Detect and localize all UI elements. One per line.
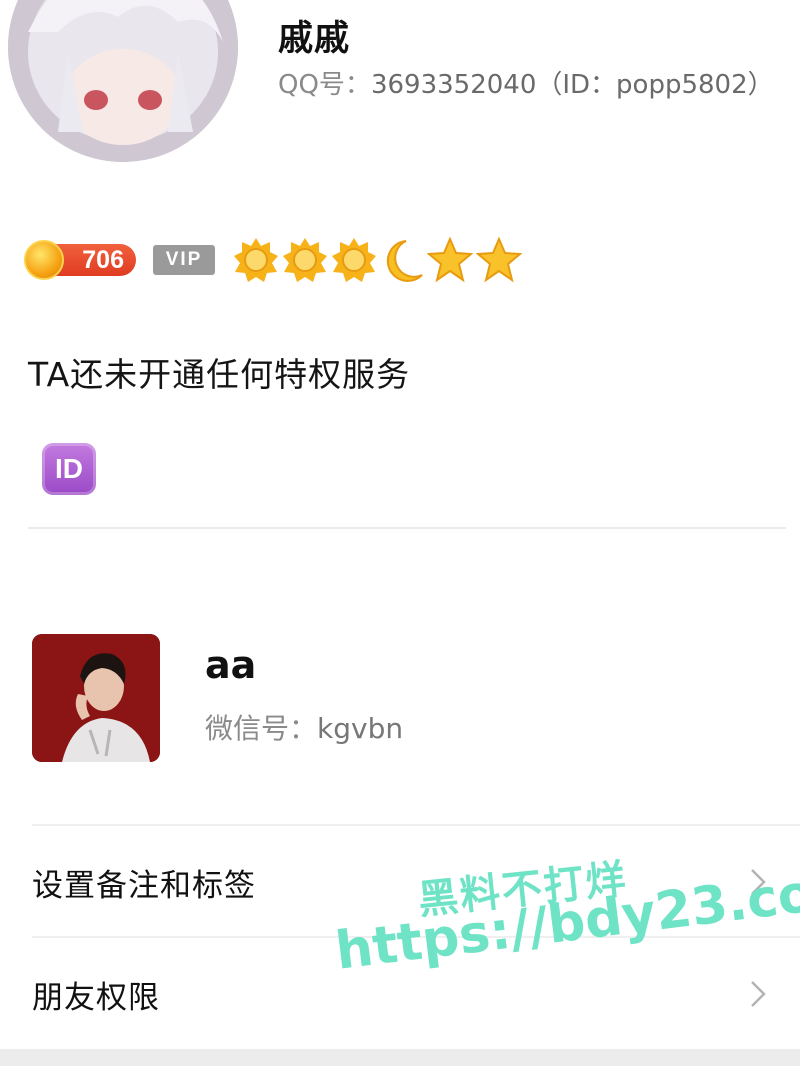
chevron-right-icon [751,869,766,895]
qq-number: QQ号：3693352040（ID：popp5802） [278,64,774,101]
wechat-id-prefix: 微信号： [205,712,318,745]
star-icon [427,237,473,283]
coin-icon [24,240,64,280]
divider [32,936,800,938]
bottom-band [0,1049,800,1066]
sun-icon [332,238,376,282]
set-remark-and-tags-row[interactable]: 设置备注和标签 [0,828,800,936]
wechat-id: 微信号：kgvbn [205,707,403,747]
contact-avatar[interactable] [32,634,160,762]
qq-nickname: 戚戚 [278,19,351,59]
friend-permissions-row[interactable]: 朋友权限 [0,940,800,1048]
star-icon [476,237,522,283]
qq-avatar[interactable] [8,0,238,162]
privilege-status-text: TA还未开通任何特权服务 [28,355,411,394]
rank-icons[interactable] [233,237,522,283]
divider [28,527,786,529]
moon-icon [386,240,423,282]
level-value: 706 [82,245,124,274]
contact-name: aa [205,643,257,687]
vip-badge[interactable]: VIP [153,245,215,275]
qq-number-prefix: QQ号： [278,70,371,100]
level-badge[interactable]: 706 [24,240,136,280]
friend-permissions-label: 朋友权限 [32,979,160,1016]
sun-icon [234,238,278,282]
badge-row: 706 VIP [24,237,522,283]
chevron-right-icon [751,981,766,1007]
wechat-id-value: kgvbn [317,712,404,745]
qq-number-value: 3693352040（ID：popp5802） [370,70,774,100]
set-remark-and-tags-label: 设置备注和标签 [32,867,256,904]
divider [32,824,800,826]
id-icon[interactable]: ID [42,443,96,495]
sun-icon [283,238,327,282]
